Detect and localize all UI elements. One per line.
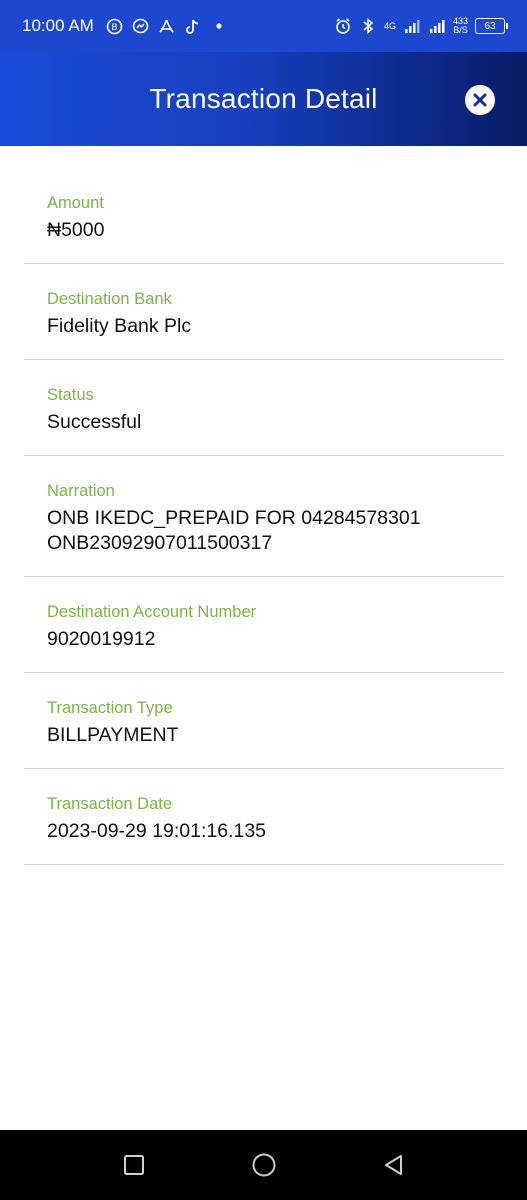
field-label: Narration [47, 482, 115, 500]
battery-level: 63 [484, 20, 496, 32]
battery-icon: 63 [475, 18, 508, 34]
back-button[interactable] [379, 1150, 409, 1180]
network-speed-unit: B/S [453, 25, 468, 35]
field-value: 2023-09-29 19:01:16.135 [47, 820, 267, 842]
status-time: 10:00 AM [22, 16, 94, 35]
page-title: Transaction Detail [149, 83, 378, 114]
close-button[interactable] [465, 85, 495, 115]
field-label: Destination Bank [47, 290, 172, 308]
field-label: Destination Account Number [47, 603, 257, 621]
recent-apps-button[interactable] [119, 1150, 149, 1180]
bluetooth-icon [359, 17, 377, 35]
network-speed: 433 B/S [453, 17, 468, 35]
field-destination-account-number: Destination Account Number 9020019912 [24, 577, 504, 673]
field-label: Status [47, 386, 94, 404]
field-destination-bank: Destination Bank Fidelity Bank Plc [24, 264, 504, 360]
alarm-icon [334, 17, 352, 35]
signal-icon-2 [428, 17, 446, 35]
dot-icon [210, 17, 228, 35]
system-nav-bar [0, 1130, 527, 1200]
transaction-details: Amount ₦5000 Destination Bank Fidelity B… [24, 146, 504, 865]
svg-text:B: B [112, 23, 118, 33]
field-value: ₦5000 [47, 219, 105, 241]
field-label: Transaction Date [47, 795, 173, 813]
home-button[interactable] [249, 1150, 279, 1180]
close-icon [473, 93, 487, 107]
recent-apps-icon [123, 1155, 144, 1175]
field-value: Successful [47, 411, 142, 433]
tiktok-icon [184, 17, 202, 35]
b-circle-icon: B [106, 17, 124, 35]
field-amount: Amount ₦5000 [24, 146, 504, 264]
status-bar: 10:00 AM B 4G 433 B/S 63 [0, 0, 527, 52]
field-value: 9020019912 [47, 628, 156, 650]
back-icon [384, 1155, 402, 1175]
field-narration: Narration ONB IKEDC_PREPAID FOR 04284578… [24, 456, 504, 577]
field-transaction-type: Transaction Type BILLPAYMENT [24, 673, 504, 769]
field-label: Amount [47, 194, 104, 212]
messenger-icon [132, 17, 150, 35]
field-value: ONB IKEDC_PREPAID FOR 04284578301 ONB230… [47, 507, 421, 554]
field-transaction-date: Transaction Date 2023-09-29 19:01:16.135 [24, 769, 504, 865]
signal-icon [403, 17, 421, 35]
field-status: Status Successful [24, 360, 504, 456]
app-header: Transaction Detail [0, 52, 527, 146]
field-value: Fidelity Bank Plc [47, 315, 192, 337]
home-icon [252, 1153, 275, 1177]
field-label: Transaction Type [47, 699, 173, 717]
network-type: 4G [383, 20, 396, 31]
field-value: BILLPAYMENT [47, 724, 179, 746]
acrobat-icon [158, 17, 176, 35]
